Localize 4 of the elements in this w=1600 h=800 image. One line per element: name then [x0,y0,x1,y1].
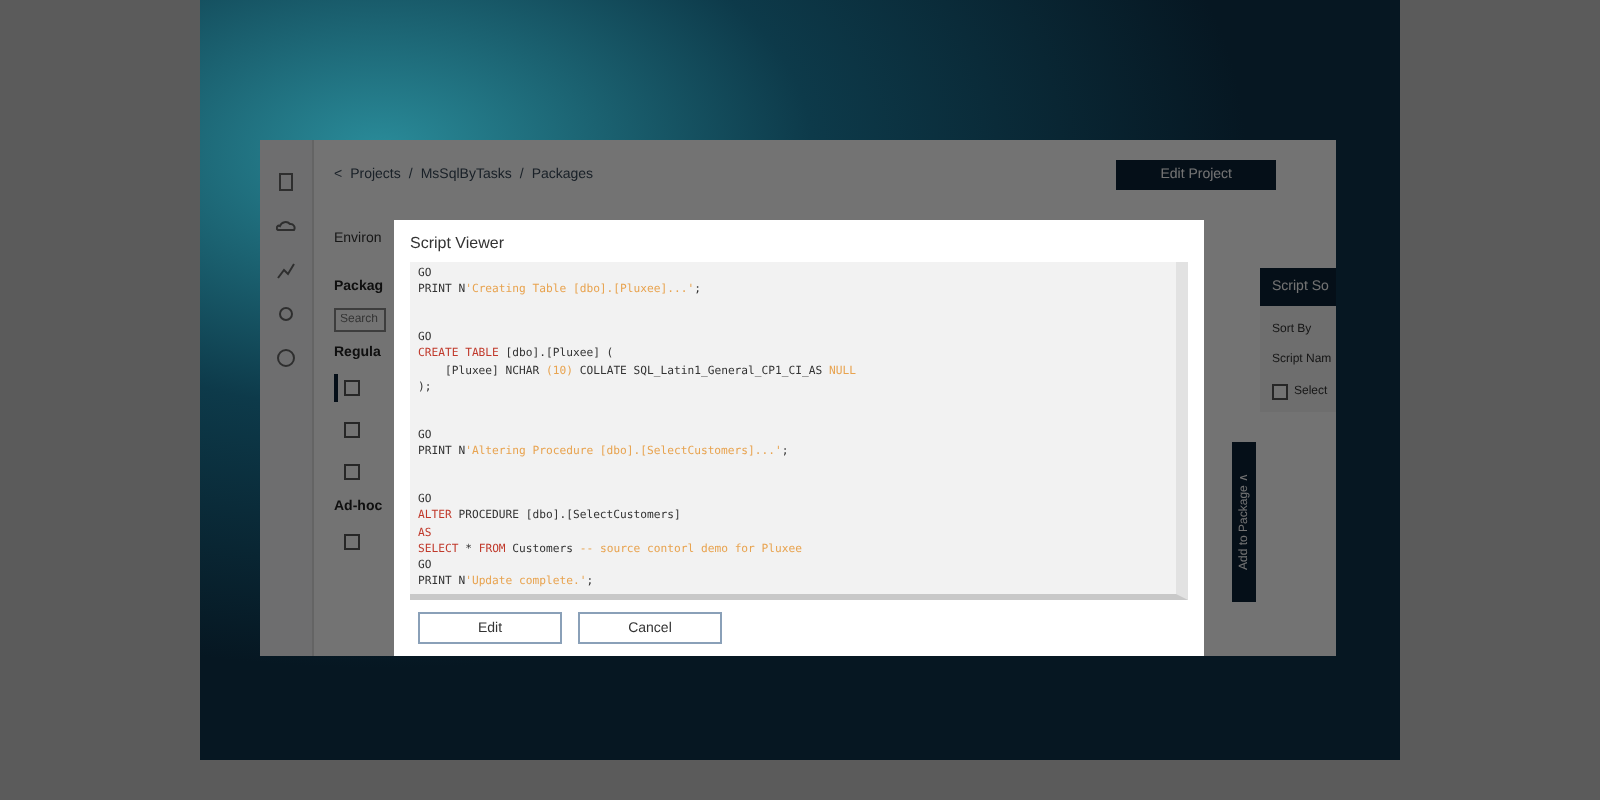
document-icon[interactable] [276,172,296,192]
dialog-title: Script Viewer [410,232,506,256]
chart-icon[interactable] [276,260,296,280]
cloud-icon[interactable] [276,216,296,236]
